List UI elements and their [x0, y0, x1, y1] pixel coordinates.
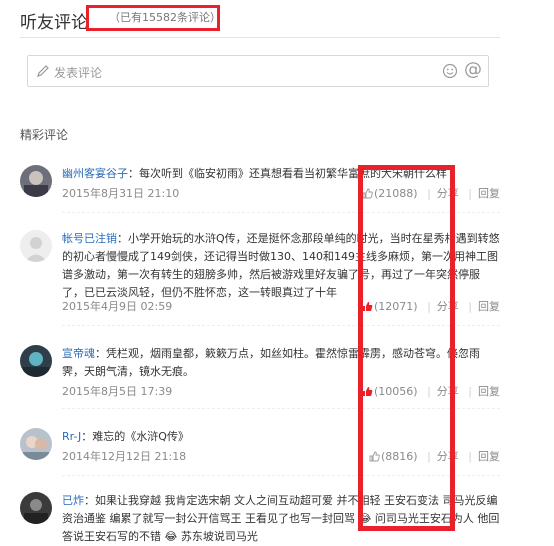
avatar[interactable]	[20, 165, 52, 197]
comment-username[interactable]: 已炸	[62, 494, 84, 507]
comment-text: 难忘的《水浒Q传》	[92, 430, 189, 443]
avatar[interactable]	[20, 230, 52, 262]
comment-time: 2015年8月5日 17:39	[62, 385, 173, 398]
reply-button[interactable]: 回复	[478, 385, 500, 398]
avatar[interactable]	[20, 492, 52, 524]
likes-column-highlight	[358, 165, 455, 531]
mention-icon[interactable]: @	[464, 59, 482, 80]
comments-header: 听友评论 （已有15582条评论）	[20, 5, 500, 38]
comment-time: 2015年8月31日 21:10	[62, 187, 180, 200]
emoji-icon[interactable]	[442, 63, 458, 83]
comment-username[interactable]: 幽州客宴谷子	[62, 167, 128, 180]
comment-username[interactable]: 宣帝魂	[62, 347, 95, 360]
pencil-icon	[36, 63, 50, 82]
comment-time: 2015年4月9日 02:59	[62, 300, 173, 313]
reply-button[interactable]: 回复	[478, 187, 500, 200]
avatar[interactable]	[20, 428, 52, 460]
comment-username[interactable]: Rr-J	[62, 430, 81, 443]
reply-button[interactable]: 回复	[478, 450, 500, 463]
page-title: 听友评论	[20, 13, 88, 33]
reply-button[interactable]: 回复	[478, 300, 500, 313]
section-title: 精彩评论	[20, 128, 69, 142]
comment-username[interactable]: 帐号已注销	[62, 232, 117, 245]
avatar[interactable]	[20, 345, 52, 377]
comment-time: 2014年12月12日 21:18	[62, 450, 187, 463]
comment-placeholder: 发表评论	[54, 66, 103, 80]
comment-count-badge: （已有15582条评论）	[86, 5, 221, 31]
comment-input[interactable]: 发表评论 @	[27, 55, 489, 87]
